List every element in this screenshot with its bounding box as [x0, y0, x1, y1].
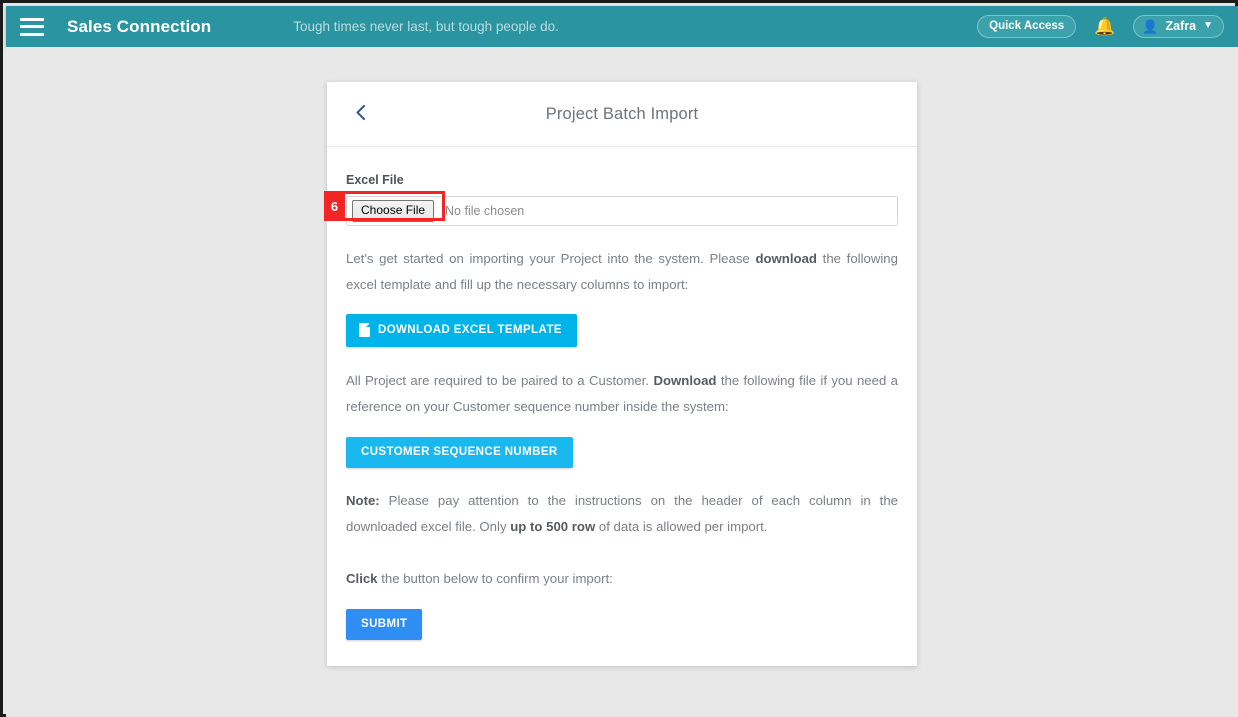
submit-button[interactable]: SUBMIT — [346, 609, 423, 641]
para1-bold-download: download — [755, 251, 817, 266]
page-title: Project Batch Import — [545, 104, 699, 123]
instruction-paragraph-1: Let's get started on importing your Proj… — [346, 246, 898, 297]
customer-sequence-number-label: CUSTOMER SEQUENCE NUMBER — [361, 445, 558, 458]
user-menu-button[interactable]: 👤 Zafra ▼ — [1133, 15, 1224, 38]
screenshot-frame: Sales Connection Tough times never last,… — [0, 0, 1238, 717]
para4-text-b: the button below to confirm your import: — [377, 571, 613, 587]
brand-title: Sales Connection — [67, 16, 212, 36]
user-name-label: Zafra — [1165, 19, 1197, 33]
user-avatar-icon: 👤 — [1142, 18, 1159, 34]
topbar-right-group: Quick Access 🔔 👤 Zafra ▼ — [977, 15, 1224, 38]
file-input-row[interactable]: Choose File No file chosen 6 — [324, 191, 898, 226]
download-excel-template-button[interactable]: DOWNLOAD EXCEL TEMPLATE — [346, 314, 577, 348]
file-icon — [359, 323, 370, 338]
hamburger-bar — [20, 17, 44, 21]
hamburger-bar — [20, 32, 44, 36]
para1-text-a: Let's get started on importing your Proj… — [346, 251, 756, 266]
batch-import-card: Project Batch Import Excel File Choose F… — [324, 82, 917, 666]
chevron-left-icon — [356, 105, 365, 120]
top-navbar: Sales Connection Tough times never last,… — [6, 6, 1238, 47]
tagline-text: Tough times never last, but tough people… — [293, 19, 559, 34]
card-header: Project Batch Import — [327, 82, 917, 147]
instruction-paragraph-3: Note: Please pay attention to the instru… — [346, 488, 898, 539]
annotation-step-badge: 6 — [324, 191, 345, 221]
para4-bold-click: Click — [346, 571, 378, 587]
no-file-chosen-label: No file chosen — [445, 204, 525, 218]
instruction-paragraph-4: Click the button below to confirm your i… — [346, 566, 898, 592]
excel-file-label: Excel File — [346, 173, 404, 187]
page-body: Project Batch Import Excel File Choose F… — [6, 47, 1238, 717]
para3-text-d: of data is allowed per import. — [595, 518, 768, 534]
quick-access-button[interactable]: Quick Access — [977, 15, 1077, 38]
choose-file-button[interactable]: Choose File — [352, 200, 435, 222]
customer-sequence-number-button[interactable]: CUSTOMER SEQUENCE NUMBER — [346, 436, 573, 468]
submit-button-label: SUBMIT — [361, 618, 408, 631]
para2-bold-download: Download — [653, 373, 717, 389]
notification-bell-icon[interactable]: 🔔 — [1090, 18, 1119, 35]
para3-bold-note: Note: — [346, 492, 380, 508]
chevron-down-icon: ▼ — [1203, 20, 1213, 31]
instruction-paragraph-2: All Project are required to be paired to… — [346, 368, 898, 419]
hamburger-bar — [20, 25, 44, 28]
back-button[interactable] — [349, 102, 372, 126]
download-excel-template-label: DOWNLOAD EXCEL TEMPLATE — [378, 324, 562, 337]
hamburger-menu-icon[interactable] — [20, 17, 44, 36]
para3-bold-limit: up to 500 row — [510, 518, 596, 534]
para2-text-a: All Project are required to be paired to… — [346, 373, 654, 389]
card-content: Excel File Choose File No file chosen 6 … — [324, 147, 917, 641]
